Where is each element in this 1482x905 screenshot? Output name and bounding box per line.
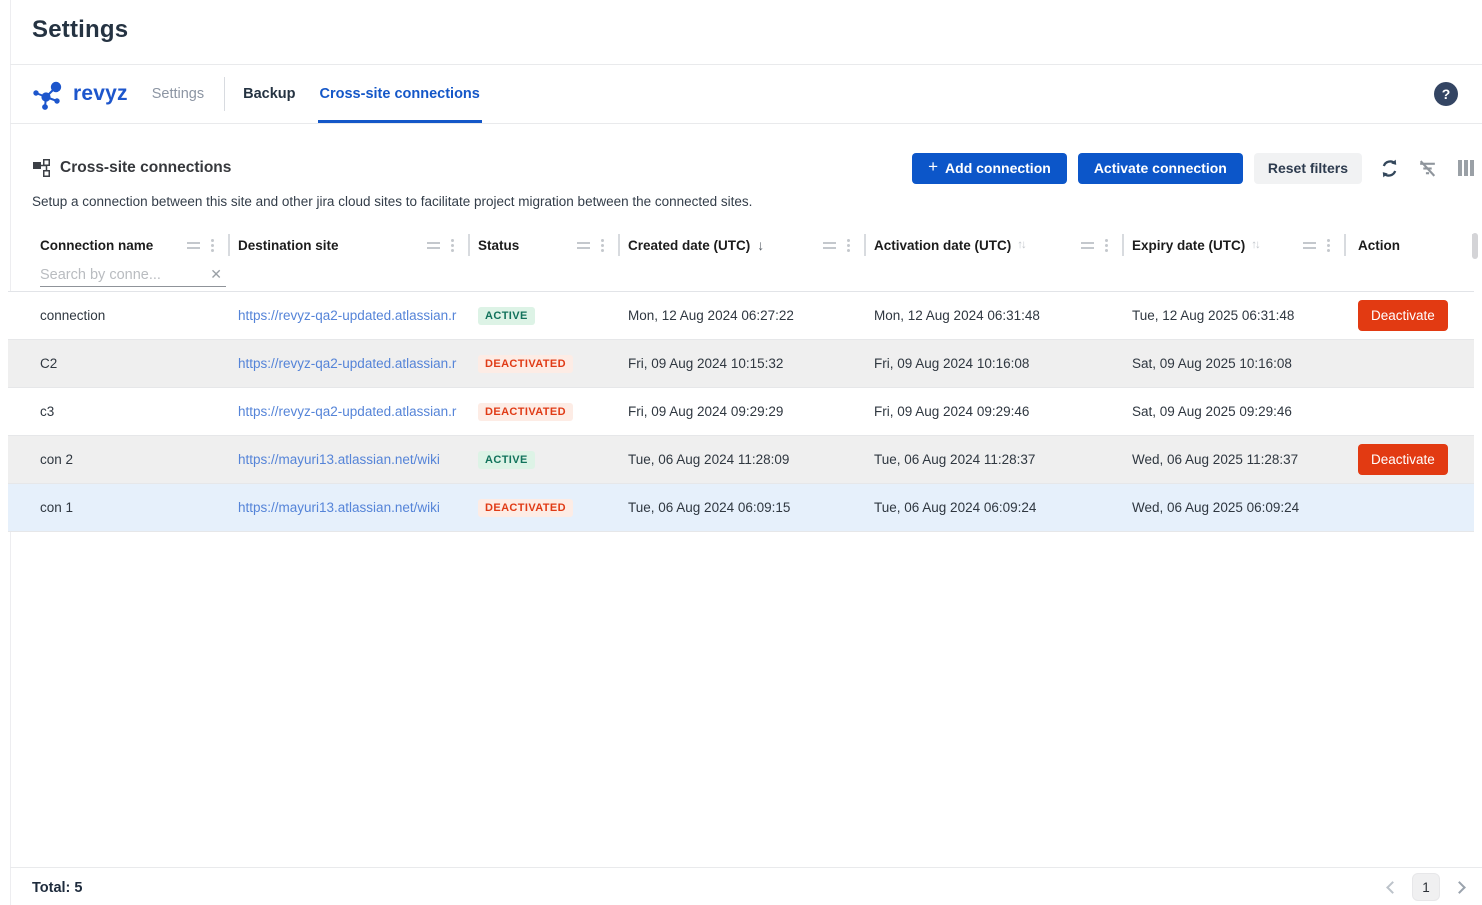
destination-site-link[interactable]: https://revyz-qa2-updated.atlassian.r xyxy=(238,356,456,371)
column-filter-icon[interactable] xyxy=(577,242,590,249)
sitemap-icon xyxy=(32,159,50,177)
next-page-icon[interactable] xyxy=(1453,881,1466,894)
table-row[interactable]: C2 https://revyz-qa2-updated.atlassian.r… xyxy=(8,340,1474,388)
section-description: Setup a connection between this site and… xyxy=(32,194,752,209)
cell-expiry-date: Wed, 06 Aug 2025 06:09:24 xyxy=(1124,500,1346,515)
tab-settings[interactable]: Settings xyxy=(152,65,204,123)
cell-expiry-date: Tue, 12 Aug 2025 06:31:48 xyxy=(1124,308,1346,323)
add-connection-button[interactable]: + Add connection xyxy=(912,153,1067,184)
cell-connection-name: connection xyxy=(8,308,230,323)
page-number-button[interactable]: 1 xyxy=(1412,873,1440,901)
table-row[interactable]: connection https://revyz-qa2-updated.atl… xyxy=(8,292,1474,340)
sort-descending-icon[interactable]: ↓ xyxy=(757,237,764,253)
refresh-icon[interactable] xyxy=(1379,158,1400,179)
status-badge: ACTIVE xyxy=(478,307,535,325)
table-row[interactable]: con 2 https://mayuri13.atlassian.net/wik… xyxy=(8,436,1474,484)
column-header-action: Action xyxy=(1346,228,1474,262)
previous-page-icon[interactable] xyxy=(1386,881,1399,894)
plus-icon: + xyxy=(928,157,938,177)
search-input-wrap: ✕ xyxy=(40,266,226,287)
destination-site-link[interactable]: https://revyz-qa2-updated.atlassian.r xyxy=(238,404,456,419)
page-title: Settings xyxy=(32,16,128,44)
cell-activation-date: Fri, 09 Aug 2024 10:16:08 xyxy=(866,356,1124,371)
revyz-logo-icon xyxy=(32,78,68,110)
cell-created-date: Fri, 09 Aug 2024 10:15:32 xyxy=(620,356,866,371)
cell-created-date: Fri, 09 Aug 2024 09:29:29 xyxy=(620,404,866,419)
column-menu-icon[interactable] xyxy=(451,239,454,252)
cell-expiry-date: Sat, 09 Aug 2025 10:16:08 xyxy=(1124,356,1346,371)
cell-activation-date: Mon, 12 Aug 2024 06:31:48 xyxy=(866,308,1124,323)
column-filter-icon[interactable] xyxy=(187,242,200,249)
app-navbar: revyz Settings Backup Cross-site connect… xyxy=(32,65,1482,123)
cell-expiry-date: Sat, 09 Aug 2025 09:29:46 xyxy=(1124,404,1346,419)
activate-connection-button[interactable]: Activate connection xyxy=(1078,153,1243,184)
search-connection-input[interactable] xyxy=(40,267,204,283)
column-filter-icon[interactable] xyxy=(823,242,836,249)
column-menu-icon[interactable] xyxy=(601,239,604,252)
sort-toggle-icon[interactable]: ↑↓ xyxy=(1017,239,1027,251)
column-header-expiry-date[interactable]: Expiry date (UTC) ↑↓ xyxy=(1124,228,1346,262)
pagination: 1 xyxy=(1388,873,1464,901)
column-menu-icon[interactable] xyxy=(1327,239,1330,252)
help-icon[interactable]: ? xyxy=(1434,82,1458,106)
column-header-connection-name[interactable]: Connection name xyxy=(8,228,230,262)
destination-site-link[interactable]: https://revyz-qa2-updated.atlassian.r xyxy=(238,308,456,323)
column-menu-icon[interactable] xyxy=(1105,239,1108,252)
destination-site-link[interactable]: https://mayuri13.atlassian.net/wiki xyxy=(238,500,440,515)
column-header-created-date[interactable]: Created date (UTC) ↓ xyxy=(620,228,866,262)
columns-icon[interactable] xyxy=(1458,160,1474,176)
clear-search-icon[interactable]: ✕ xyxy=(204,266,226,283)
connections-table: Connection name Destination site Status … xyxy=(8,228,1474,532)
status-badge: DEACTIVATED xyxy=(478,355,573,373)
sort-toggle-icon[interactable]: ↑↓ xyxy=(1251,239,1261,251)
status-badge: DEACTIVATED xyxy=(478,403,573,421)
cell-activation-date: Tue, 06 Aug 2024 11:28:37 xyxy=(866,452,1124,467)
column-header-activation-date[interactable]: Activation date (UTC) ↑↓ xyxy=(866,228,1124,262)
column-menu-icon[interactable] xyxy=(847,239,850,252)
section-toolbar: Cross-site connections + Add connection … xyxy=(32,148,1474,188)
table-row[interactable]: c3 https://revyz-qa2-updated.atlassian.r… xyxy=(8,388,1474,436)
cell-connection-name: C2 xyxy=(8,356,230,371)
navbar-divider xyxy=(10,123,1482,124)
deactivate-button[interactable]: Deactivate xyxy=(1358,300,1448,331)
brand-name: revyz xyxy=(73,82,128,106)
destination-site-link[interactable]: https://mayuri13.atlassian.net/wiki xyxy=(238,452,440,467)
vertical-scrollbar-thumb[interactable] xyxy=(1472,233,1478,259)
tab-backup[interactable]: Backup xyxy=(243,65,295,123)
cell-expiry-date: Wed, 06 Aug 2025 11:28:37 xyxy=(1124,452,1346,467)
reset-filters-button[interactable]: Reset filters xyxy=(1254,153,1362,184)
tab-separator xyxy=(224,77,225,111)
status-badge: ACTIVE xyxy=(478,451,535,469)
cell-activation-date: Fri, 09 Aug 2024 09:29:46 xyxy=(866,404,1124,419)
cell-activation-date: Tue, 06 Aug 2024 06:09:24 xyxy=(866,500,1124,515)
brand-logo: revyz xyxy=(32,78,128,110)
cell-created-date: Tue, 06 Aug 2024 06:09:15 xyxy=(620,500,866,515)
column-filter-icon[interactable] xyxy=(1303,242,1316,249)
total-count: Total: 5 xyxy=(32,880,82,896)
column-filter-icon[interactable] xyxy=(1081,242,1094,249)
table-body: connection https://revyz-qa2-updated.atl… xyxy=(8,292,1474,532)
column-header-destination-site[interactable]: Destination site xyxy=(230,228,470,262)
deactivate-button[interactable]: Deactivate xyxy=(1358,444,1448,475)
status-badge: DEACTIVATED xyxy=(478,499,573,517)
column-menu-icon[interactable] xyxy=(211,239,214,252)
cell-connection-name: con 2 xyxy=(8,452,230,467)
column-filter-icon[interactable] xyxy=(427,242,440,249)
table-header-row: Connection name Destination site Status … xyxy=(8,228,1474,262)
filter-off-icon[interactable] xyxy=(1417,158,1438,179)
cell-connection-name: c3 xyxy=(8,404,230,419)
section-title: Cross-site connections xyxy=(60,159,231,177)
table-row[interactable]: con 1 https://mayuri13.atlassian.net/wik… xyxy=(8,484,1474,532)
column-header-status[interactable]: Status xyxy=(470,228,620,262)
cell-created-date: Tue, 06 Aug 2024 11:28:09 xyxy=(620,452,866,467)
tab-cross-site-connections[interactable]: Cross-site connections xyxy=(320,65,480,123)
cell-connection-name: con 1 xyxy=(8,500,230,515)
table-filter-row: ✕ xyxy=(8,262,1474,292)
cell-created-date: Mon, 12 Aug 2024 06:27:22 xyxy=(620,308,866,323)
footer-divider xyxy=(10,867,1482,868)
